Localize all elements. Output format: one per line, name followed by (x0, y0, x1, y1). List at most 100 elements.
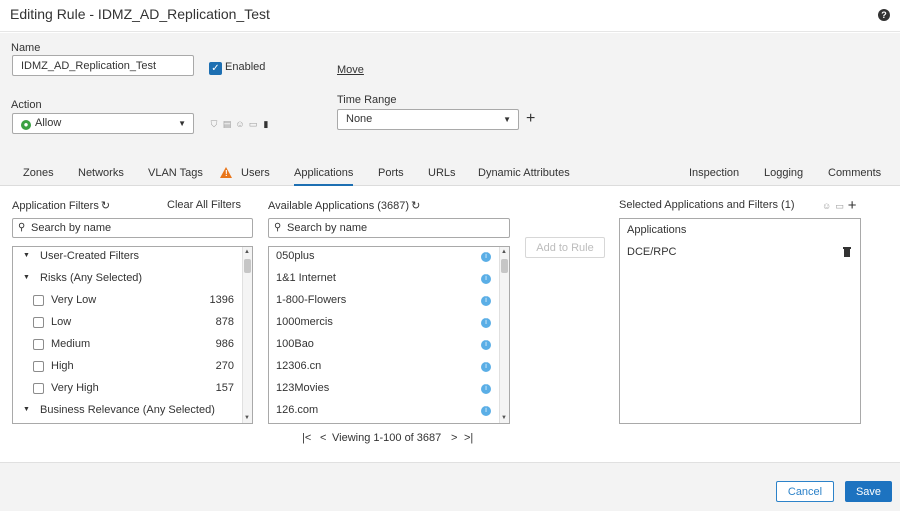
list-item[interactable]: 12306.cn i (269, 357, 499, 379)
trash-icon[interactable] (843, 246, 851, 257)
time-range-select[interactable]: None ▼ (337, 109, 519, 130)
info-icon[interactable]: i (481, 340, 491, 350)
list-item[interactable]: 126.com i (269, 401, 499, 423)
tab-applications[interactable]: Applications (294, 167, 354, 186)
filters-scrollbar[interactable]: ▲ ▼ (242, 247, 252, 423)
enabled-label: Enabled (225, 61, 266, 73)
info-icon[interactable]: i (481, 274, 491, 284)
search-icon: ⚲ (18, 222, 26, 233)
info-icon[interactable]: i (481, 362, 491, 372)
window-icon[interactable]: ▭ (248, 119, 258, 129)
info-icon[interactable]: i (481, 384, 491, 394)
list-item[interactable]: ▼ Business Relevance (Any Selected) (13, 401, 243, 423)
filters-list[interactable]: ▼ User-Created Filters ▼ Risks (Any Sele… (12, 246, 253, 424)
tab-users[interactable]: Users (241, 167, 270, 179)
time-range-value: None (346, 113, 373, 125)
info-icon[interactable]: i (481, 296, 491, 306)
shield-icon[interactable]: ⛉ (209, 119, 219, 129)
available-applications-title: Available Applications (3687) (268, 200, 410, 212)
next-page-icon[interactable]: > (451, 432, 457, 444)
scroll-up-icon[interactable]: ▲ (244, 249, 250, 255)
save-button[interactable]: Save (845, 481, 892, 502)
filter-checkbox[interactable] (33, 383, 44, 394)
expand-arrow-icon[interactable]: ▼ (23, 406, 30, 413)
tab-dynamic-attributes[interactable]: Dynamic Attributes (478, 167, 570, 179)
user-icon[interactable]: ☺ (822, 201, 831, 211)
scroll-down-icon[interactable]: ▼ (244, 415, 250, 421)
filter-search-input[interactable]: ⚲ Search by name (12, 218, 253, 238)
applications-scrollbar[interactable]: ▲ ▼ (499, 247, 509, 423)
add-to-rule-button[interactable]: Add to Rule (525, 237, 605, 258)
list-item[interactable]: Low 878 (13, 313, 243, 335)
previous-page-icon[interactable]: < (320, 432, 326, 444)
list-item[interactable]: 1000mercis i (269, 313, 499, 335)
document-icon[interactable]: ▮ (261, 119, 271, 129)
action-option-icons: ⛉ ▤ ☺ ▭ ▮ (209, 119, 271, 129)
list-item[interactable]: 1&1 Internet i (269, 269, 499, 291)
time-range-label: Time Range (337, 94, 397, 106)
user-log-icon[interactable]: ☺ (235, 119, 245, 129)
help-icon[interactable]: ? (878, 9, 890, 21)
scroll-thumb[interactable] (501, 259, 508, 273)
add-icon[interactable]: + (848, 198, 857, 213)
cancel-button[interactable]: Cancel (776, 481, 834, 502)
list-item[interactable]: High 270 (13, 357, 243, 379)
selected-actions: ☺ ▭ + (822, 198, 857, 213)
add-time-range-icon[interactable]: + (526, 111, 535, 127)
dialog-footer: Cancel Save (0, 462, 900, 511)
enabled-checkbox[interactable]: ✓ (209, 62, 222, 75)
info-icon[interactable]: i (481, 318, 491, 328)
list-item[interactable]: 1-800-Flowers i (269, 291, 499, 313)
available-applications-list[interactable]: 050plus i 1&1 Internet i 1-800-Flowers i… (268, 246, 510, 424)
filter-checkbox[interactable] (33, 339, 44, 350)
info-icon[interactable]: i (481, 252, 491, 262)
filter-count: 157 (215, 382, 234, 394)
filter-count: 878 (215, 316, 234, 328)
filter-checkbox[interactable] (33, 361, 44, 372)
scroll-thumb[interactable] (244, 259, 251, 273)
refresh-icon[interactable]: ↻ (101, 200, 110, 212)
tab-urls[interactable]: URLs (428, 167, 456, 179)
expand-arrow-icon[interactable]: ▼ (23, 274, 30, 281)
action-select[interactable]: ● Allow ▼ (12, 113, 194, 134)
application-filters-header: Application Filters ↻ (12, 199, 110, 212)
list-item[interactable]: DCE/RPC (627, 246, 677, 258)
tab-vlan-tags[interactable]: VLAN Tags (148, 167, 203, 179)
info-icon[interactable]: i (481, 406, 491, 416)
file-policy-icon[interactable]: ▤ (222, 119, 232, 129)
list-item[interactable]: Very High 157 (13, 379, 243, 401)
search-icon: ⚲ (274, 222, 282, 233)
list-item[interactable]: Very Low 1396 (13, 291, 243, 313)
available-applications-header: Available Applications (3687) ↻ (268, 199, 420, 212)
tab-comments[interactable]: Comments (828, 167, 881, 179)
list-item[interactable]: 123Movies i (269, 379, 499, 401)
application-search-input[interactable]: ⚲ Search by name (268, 218, 510, 238)
tab-networks[interactable]: Networks (78, 167, 124, 179)
rule-name-input[interactable] (12, 55, 194, 76)
list-item[interactable]: Medium 986 (13, 335, 243, 357)
clear-all-filters-link[interactable]: Clear All Filters (167, 199, 241, 211)
action-value: Allow (35, 117, 62, 129)
window-icon[interactable]: ▭ (835, 201, 844, 212)
move-link[interactable]: Move (337, 64, 364, 76)
tab-ports[interactable]: Ports (378, 167, 404, 179)
scroll-up-icon[interactable]: ▲ (501, 249, 507, 255)
list-item[interactable]: 100Bao i (269, 335, 499, 357)
refresh-icon[interactable]: ↻ (411, 200, 420, 212)
scroll-down-icon[interactable]: ▼ (501, 415, 507, 421)
applications-group-label: Applications (627, 224, 687, 236)
last-page-icon[interactable]: >| (464, 432, 473, 444)
filter-checkbox[interactable] (33, 295, 44, 306)
tab-logging[interactable]: Logging (764, 167, 803, 179)
list-item[interactable]: ▼ User-Created Filters (13, 247, 243, 269)
list-item[interactable]: 050plus i (269, 247, 499, 269)
list-item[interactable]: ▼ Risks (Any Selected) (13, 269, 243, 291)
tab-inspection[interactable]: Inspection (689, 167, 739, 179)
application-filters-title: Application Filters (12, 200, 99, 212)
selected-applications-list: Applications DCE/RPC (619, 218, 861, 424)
action-label: Action (11, 99, 42, 111)
expand-arrow-icon[interactable]: ▼ (23, 252, 30, 259)
first-page-icon[interactable]: |< (302, 432, 311, 444)
filter-checkbox[interactable] (33, 317, 44, 328)
tab-zones[interactable]: Zones (23, 167, 54, 179)
